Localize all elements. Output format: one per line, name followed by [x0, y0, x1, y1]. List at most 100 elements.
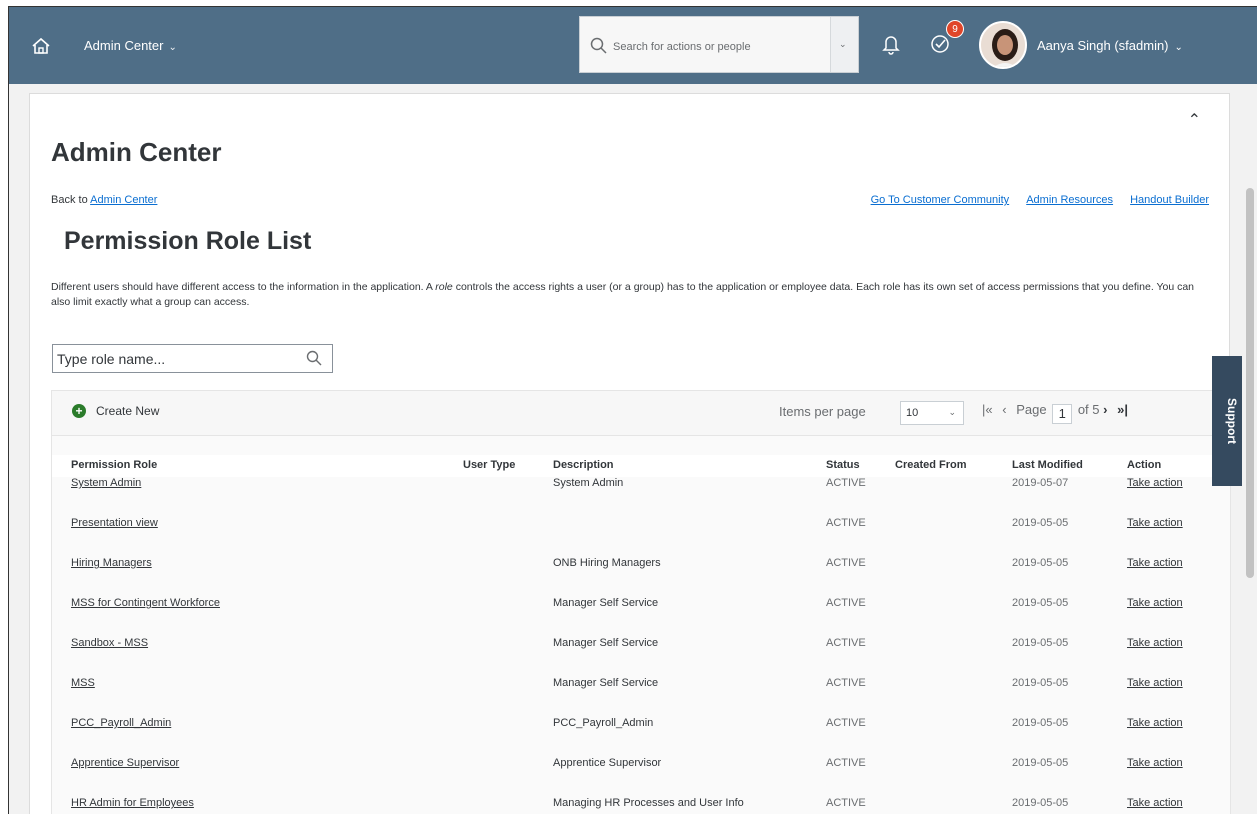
role-link[interactable]: Hiring Managers: [71, 557, 152, 569]
role-last-modified: 2019-05-05: [1012, 717, 1069, 729]
col-created-from[interactable]: Created From: [895, 459, 967, 471]
notification-badge: 9: [946, 20, 964, 38]
last-page-icon[interactable]: »|: [1117, 402, 1128, 417]
role-link[interactable]: MSS for Contingent Workforce: [71, 597, 220, 609]
search-icon: [590, 37, 607, 54]
section-description: Different users should have different ac…: [51, 280, 1201, 310]
desc-role-word: role: [435, 281, 453, 293]
take-action-link[interactable]: Take action: [1127, 717, 1212, 729]
role-last-modified: 2019-05-05: [1012, 557, 1069, 569]
table-toolbar: + Create New Items per page 10 ⌄ |« ‹ Pa…: [52, 391, 1230, 436]
role-description: System Admin: [553, 477, 624, 489]
user-avatar[interactable]: [979, 21, 1027, 69]
page-label: Page: [1016, 402, 1047, 417]
role-link[interactable]: Presentation view: [71, 517, 158, 529]
role-last-modified: 2019-05-05: [1012, 517, 1069, 529]
scrollbar-thumb[interactable]: [1246, 188, 1254, 578]
user-menu[interactable]: Aanya Singh (sfadmin) ⌄: [1037, 38, 1183, 53]
support-label: Support: [1225, 398, 1239, 444]
col-action[interactable]: Action: [1127, 459, 1161, 471]
take-action-link[interactable]: Take action: [1127, 557, 1212, 569]
take-action-link[interactable]: Take action: [1127, 597, 1212, 609]
col-user-type[interactable]: User Type: [463, 459, 515, 471]
handout-builder-link[interactable]: Handout Builder: [1130, 194, 1209, 206]
app-title-menu[interactable]: Admin Center ⌄: [84, 38, 177, 53]
page-scrollbar[interactable]: [1242, 84, 1257, 814]
previous-page-icon[interactable]: ‹: [1002, 402, 1006, 417]
role-description: Managing HR Processes and User Info: [553, 797, 744, 809]
role-status: ACTIVE: [826, 557, 866, 569]
app-title-label: Admin Center: [84, 38, 164, 53]
role-search-input[interactable]: [53, 345, 293, 372]
admin-resources-link[interactable]: Admin Resources: [1026, 194, 1113, 206]
role-last-modified: 2019-05-05: [1012, 597, 1069, 609]
table-row: System Admin System Admin ACTIVE 2019-05…: [52, 477, 1230, 517]
take-action-link[interactable]: Take action: [1127, 797, 1212, 809]
bell-icon[interactable]: [882, 33, 900, 55]
role-table-panel: + Create New Items per page 10 ⌄ |« ‹ Pa…: [51, 390, 1231, 814]
role-status: ACTIVE: [826, 637, 866, 649]
role-last-modified: 2019-05-05: [1012, 797, 1069, 809]
shell-bar: Admin Center ⌄ Search for actions or peop…: [9, 7, 1257, 84]
take-action-link[interactable]: Take action: [1127, 517, 1212, 529]
add-icon: +: [72, 404, 86, 418]
back-prefix: Back to: [51, 194, 91, 206]
role-description: Apprentice Supervisor: [553, 757, 662, 769]
col-status[interactable]: Status: [826, 459, 860, 471]
take-action-link[interactable]: Take action: [1127, 637, 1212, 649]
global-search-placeholder[interactable]: Search for actions or people: [613, 41, 751, 53]
next-page-icon[interactable]: ›: [1103, 402, 1107, 417]
role-description: Manager Self Service: [553, 597, 659, 609]
search-scope-dropdown[interactable]: ⌄: [830, 17, 858, 72]
role-status: ACTIVE: [826, 757, 866, 769]
chevron-up-icon[interactable]: ⌃: [1188, 110, 1201, 130]
role-last-modified: 2019-05-07: [1012, 477, 1069, 489]
role-link[interactable]: System Admin: [71, 477, 141, 489]
role-link[interactable]: HR Admin for Employees: [71, 797, 194, 809]
section-title: Permission Role List: [64, 227, 312, 255]
chevron-down-icon: ⌄: [168, 42, 177, 53]
take-action-link[interactable]: Take action: [1127, 757, 1212, 769]
take-action-link[interactable]: Take action: [1127, 677, 1212, 689]
create-new-label: Create New: [96, 404, 160, 418]
table-row: MSS for Contingent Workforce Manager Sel…: [52, 597, 1230, 637]
desc-part-1: Different users should have different ac…: [51, 281, 436, 293]
col-last-modified[interactable]: Last Modified: [1012, 459, 1083, 471]
page-title: Admin Center: [51, 137, 222, 167]
items-per-page-label: Items per page: [779, 404, 866, 419]
role-description: Manager Self Service: [553, 637, 659, 649]
content-card: ⌃ Admin Center Back to Admin Center Go T…: [29, 93, 1231, 814]
create-new-button[interactable]: + Create New: [72, 404, 159, 418]
role-status: ACTIVE: [826, 517, 866, 529]
global-search[interactable]: Search for actions or people ⌄: [579, 16, 859, 73]
table-row: HR Admin for Employees Managing HR Proce…: [52, 797, 1230, 814]
search-icon[interactable]: [306, 350, 322, 366]
role-link[interactable]: MSS: [71, 677, 95, 689]
role-link[interactable]: PCC_Payroll_Admin: [71, 717, 171, 729]
col-description[interactable]: Description: [553, 459, 614, 471]
role-last-modified: 2019-05-05: [1012, 757, 1069, 769]
first-page-icon[interactable]: |«: [982, 402, 993, 417]
table-row: Sandbox - MSS Manager Self Service ACTIV…: [52, 637, 1230, 677]
customer-community-link[interactable]: Go To Customer Community: [871, 194, 1010, 206]
table-header: Permission Role User Type Description St…: [52, 455, 1230, 477]
home-icon[interactable]: [31, 37, 51, 55]
items-per-page-value: 10: [906, 407, 919, 419]
role-search-field[interactable]: [52, 344, 333, 373]
role-description: ONB Hiring Managers: [553, 557, 661, 569]
back-to-admin-center-link[interactable]: Admin Center: [90, 194, 157, 206]
header-links: Go To Customer Community Admin Resources…: [857, 194, 1209, 206]
take-action-link[interactable]: Take action: [1127, 477, 1212, 489]
table-row: Presentation view ACTIVE 2019-05-05 Take…: [52, 517, 1230, 557]
role-link[interactable]: Apprentice Supervisor: [71, 757, 179, 769]
role-status: ACTIVE: [826, 477, 866, 489]
role-status: ACTIVE: [826, 717, 866, 729]
role-link[interactable]: Sandbox - MSS: [71, 637, 148, 649]
page-number-input[interactable]: 1: [1052, 404, 1073, 424]
chevron-down-icon: ⌄: [839, 39, 847, 49]
role-status: ACTIVE: [826, 677, 866, 689]
role-last-modified: 2019-05-05: [1012, 637, 1069, 649]
items-per-page-select[interactable]: 10 ⌄: [900, 401, 964, 425]
col-permission-role[interactable]: Permission Role: [71, 459, 157, 471]
avatar-portrait-icon: [981, 23, 1025, 67]
